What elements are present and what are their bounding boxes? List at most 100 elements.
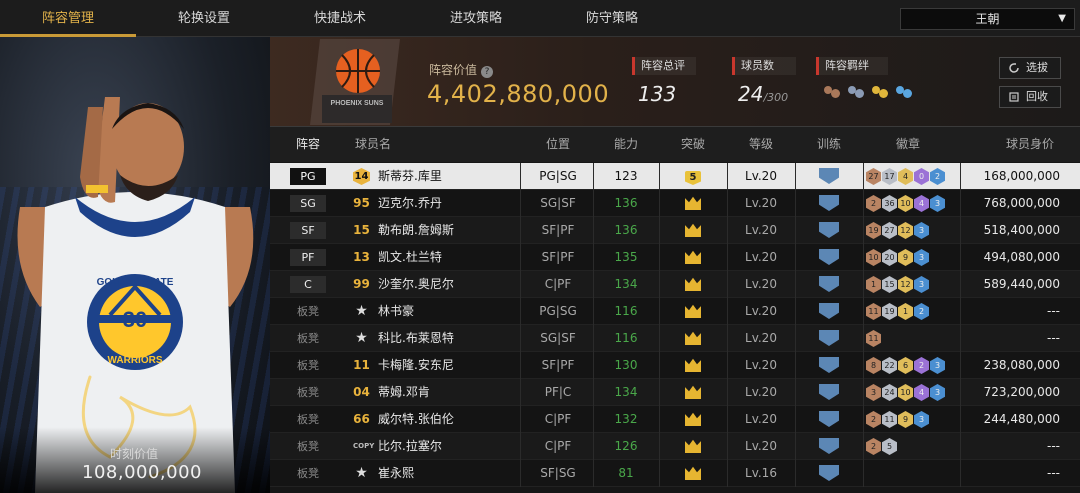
- player-portrait-panel[interactable]: GOLDEN STATE 30 WARRIORS 时刻价值 108,000,00…: [0, 37, 270, 493]
- badge-silver-icon[interactable]: 36: [882, 195, 897, 212]
- badge-gold-icon[interactable]: 9: [898, 249, 913, 266]
- col-level[interactable]: 等级: [727, 127, 795, 162]
- badge-silver-icon[interactable]: 11: [882, 411, 897, 428]
- player-training[interactable]: [795, 271, 863, 298]
- player-training[interactable]: [795, 190, 863, 217]
- player-training[interactable]: [795, 406, 863, 433]
- lineup-slot[interactable]: 板凳: [290, 411, 326, 428]
- badge-silver-icon[interactable]: 19: [882, 303, 897, 320]
- recycle-button[interactable]: 回收: [999, 86, 1061, 108]
- badge-silver-icon[interactable]: 15: [882, 276, 897, 293]
- badge-silver-icon[interactable]: 17: [882, 168, 897, 185]
- bond-silver-icon[interactable]: [846, 84, 866, 102]
- badge-blue-icon[interactable]: 2: [930, 168, 945, 185]
- table-row[interactable]: 板凳 COPY 比尔.拉塞尔 C|PF 126 Lv.20 2 5 ---: [270, 433, 1080, 460]
- col-lineup[interactable]: 阵容: [290, 127, 326, 162]
- player-breakthrough[interactable]: [659, 190, 727, 217]
- badge-blue-icon[interactable]: 3: [930, 195, 945, 212]
- select-button[interactable]: 选拔: [999, 57, 1061, 79]
- player-name[interactable]: 勒布朗.詹姆斯: [378, 217, 454, 244]
- badge-blue-icon[interactable]: 3: [914, 411, 929, 428]
- col-ability[interactable]: 能力: [593, 127, 659, 162]
- lineup-slot[interactable]: SG: [290, 195, 326, 212]
- badge-silver-icon[interactable]: 20: [882, 249, 897, 266]
- badge-gold-icon[interactable]: 9: [898, 411, 913, 428]
- player-training[interactable]: [795, 298, 863, 325]
- player-name[interactable]: 蒂姆.邓肯: [378, 379, 430, 406]
- player-training[interactable]: [795, 244, 863, 271]
- badge-blue-icon[interactable]: 3: [914, 276, 929, 293]
- badge-blue-icon[interactable]: 3: [914, 249, 929, 266]
- table-row[interactable]: PF 13 凯文.杜兰特 SF|PF 135 Lv.20 10 20 9 3 494,080,000: [270, 244, 1080, 271]
- player-training[interactable]: [795, 379, 863, 406]
- player-name[interactable]: 斯蒂芬.库里: [378, 163, 442, 190]
- player-name[interactable]: 比尔.拉塞尔: [378, 433, 442, 460]
- lineup-slot[interactable]: PG: [290, 168, 326, 185]
- badge-purple-icon[interactable]: 0: [914, 168, 929, 185]
- lineup-slot[interactable]: 板凳: [290, 357, 326, 374]
- table-row[interactable]: 板凳 11 卡梅隆.安东尼 SF|PF 130 Lv.20 8 22 6 2 3 238,080,00…: [270, 352, 1080, 379]
- badge-gold-icon[interactable]: 4: [898, 168, 913, 185]
- player-breakthrough[interactable]: 5: [659, 163, 727, 190]
- badge-purple-icon[interactable]: 2: [914, 357, 929, 374]
- tab-lineup-management[interactable]: 阵容管理: [0, 0, 136, 37]
- table-row[interactable]: 板凳 66 威尔特.张伯伦 C|PF 132 Lv.20 2 11 9 3 244,480,000: [270, 406, 1080, 433]
- badge-silver-icon[interactable]: 5: [882, 438, 897, 455]
- player-training[interactable]: [795, 325, 863, 352]
- player-training[interactable]: [795, 352, 863, 379]
- lineup-slot[interactable]: 板凳: [290, 384, 326, 401]
- help-icon[interactable]: ?: [481, 66, 494, 78]
- badge-bronze-icon[interactable]: 11: [866, 303, 881, 320]
- lineup-slot[interactable]: C: [290, 276, 326, 293]
- player-breakthrough[interactable]: [659, 298, 727, 325]
- tab-rotation-settings[interactable]: 轮换设置: [136, 0, 272, 37]
- badge-bronze-icon[interactable]: 8: [866, 357, 881, 374]
- player-training[interactable]: [795, 163, 863, 190]
- badge-bronze-icon[interactable]: 19: [866, 222, 881, 239]
- badge-purple-icon[interactable]: 4: [914, 384, 929, 401]
- col-badges[interactable]: 徽章: [863, 127, 953, 162]
- badge-gold-icon[interactable]: 12: [898, 222, 913, 239]
- bond-bronze-icon[interactable]: [822, 84, 842, 102]
- badge-blue-icon[interactable]: 3: [914, 222, 929, 239]
- player-breakthrough[interactable]: [659, 217, 727, 244]
- lineup-slot[interactable]: 板凳: [290, 330, 326, 347]
- lineup-slot[interactable]: 板凳: [290, 303, 326, 320]
- lineup-slot[interactable]: PF: [290, 249, 326, 266]
- player-name[interactable]: 凯文.杜兰特: [378, 244, 442, 271]
- col-position[interactable]: 位置: [523, 127, 593, 162]
- player-breakthrough[interactable]: [659, 352, 727, 379]
- col-player-name[interactable]: 球员名: [353, 127, 393, 162]
- table-row[interactable]: 板凳 ★ 崔永熙 SF|SG 81 Lv.16 ---: [270, 460, 1080, 487]
- table-row[interactable]: PG 14 斯蒂芬.库里 PG|SG 123 5 Lv.20 27 17 4 0 2 168,000,0…: [270, 163, 1080, 190]
- badge-gold-icon[interactable]: 12: [898, 276, 913, 293]
- player-name[interactable]: 卡梅隆.安东尼: [378, 352, 454, 379]
- badge-purple-icon[interactable]: 4: [914, 195, 929, 212]
- badge-bronze-icon[interactable]: 2: [866, 411, 881, 428]
- player-breakthrough[interactable]: [659, 244, 727, 271]
- player-training[interactable]: [795, 460, 863, 487]
- player-breakthrough[interactable]: [659, 271, 727, 298]
- badge-gold-icon[interactable]: 6: [898, 357, 913, 374]
- player-name[interactable]: 林书豪: [378, 298, 414, 325]
- table-row[interactable]: SF 15 勒布朗.詹姆斯 SF|PF 136 Lv.20 19 27 12 3 518,400,0…: [270, 217, 1080, 244]
- tab-defense-strategy[interactable]: 防守策略: [544, 0, 680, 37]
- lineup-slot[interactable]: SF: [290, 222, 326, 239]
- player-breakthrough[interactable]: [659, 406, 727, 433]
- table-row[interactable]: 板凳 ★ 林书豪 PG|SG 116 Lv.20 11 19 1 2 ---: [270, 298, 1080, 325]
- badge-gold-icon[interactable]: 10: [898, 195, 913, 212]
- table-row[interactable]: 板凳 04 蒂姆.邓肯 PF|C 134 Lv.20 3 24 10 4 3 723,200,000: [270, 379, 1080, 406]
- badge-blue-icon[interactable]: 3: [930, 384, 945, 401]
- bond-gold-icon[interactable]: [870, 84, 890, 102]
- col-salary[interactable]: 球员身价: [990, 127, 1070, 162]
- tab-offense-strategy[interactable]: 进攻策略: [408, 0, 544, 37]
- player-breakthrough[interactable]: [659, 460, 727, 487]
- badge-bronze-icon[interactable]: 10: [866, 249, 881, 266]
- lineup-slot[interactable]: 板凳: [290, 438, 326, 455]
- badge-bronze-icon[interactable]: 1: [866, 276, 881, 293]
- col-training[interactable]: 训练: [795, 127, 863, 162]
- player-breakthrough[interactable]: [659, 379, 727, 406]
- badge-blue-icon[interactable]: 2: [914, 303, 929, 320]
- player-name[interactable]: 科比.布莱恩特: [378, 325, 454, 352]
- player-name[interactable]: 迈克尔.乔丹: [378, 190, 442, 217]
